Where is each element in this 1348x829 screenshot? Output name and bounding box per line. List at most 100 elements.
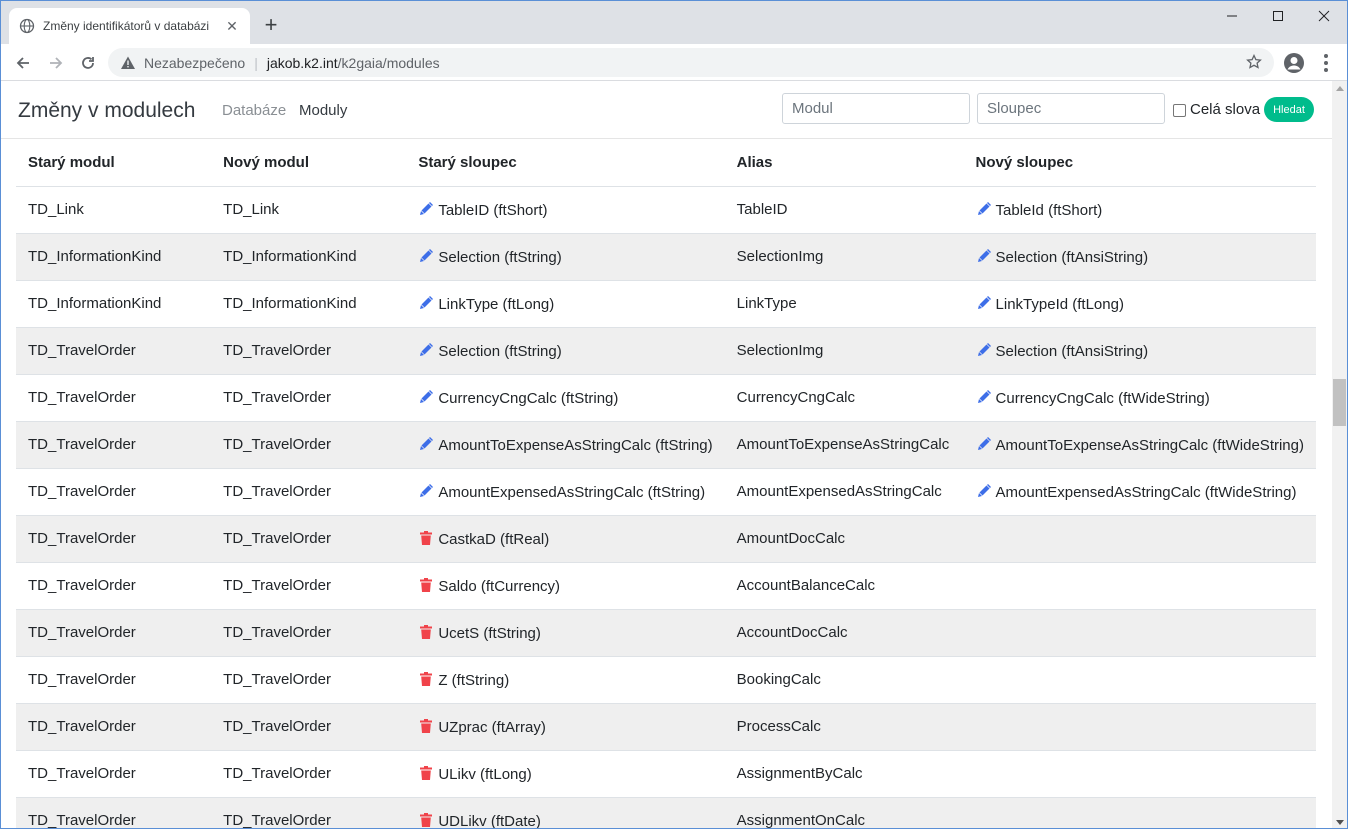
edit-icon	[976, 483, 992, 499]
table-row: TD_InformationKind TD_InformationKind Sele…	[16, 232, 1316, 280]
table-row: TD_Link TD_Link TableID (ftShort) TableID Ta…	[16, 185, 1316, 233]
edit-icon	[418, 201, 434, 217]
browser-toolbar: Nezabezpečeno | jakob.k2.int/k2gaia/modu…	[1, 44, 1347, 81]
module-search-input[interactable]: Modul	[782, 93, 970, 124]
old-column-text: Saldo (ftCurrency)	[438, 577, 561, 595]
whole-words-label[interactable]: Celá slova	[1190, 101, 1260, 118]
scroll-down-arrow[interactable]	[1336, 820, 1344, 825]
old-column-text: ULikv (ftLong)	[438, 765, 532, 783]
cell-old-column: UcetS (ftString)	[406, 608, 725, 656]
trash-icon	[418, 718, 434, 734]
nav-link-databaze[interactable]: Databáze	[222, 102, 286, 119]
cell-old-column: AmountExpensedAsStringCalc (ftString)	[406, 467, 725, 515]
cell-alias: SelectionImg	[724, 232, 964, 280]
edit-icon	[976, 436, 992, 452]
cell-new-column	[963, 702, 1316, 750]
cell-alias: AssignmentByCalc	[724, 749, 964, 797]
back-button[interactable]	[9, 50, 37, 76]
cell-old-module: TD_TravelOrder	[16, 514, 212, 562]
cell-old-column: ULikv (ftLong)	[406, 749, 725, 797]
old-column-text: UDLikv (ftDate)	[438, 812, 541, 829]
bookmark-star-icon[interactable]	[1246, 53, 1262, 73]
cell-old-module: TD_InformationKind	[16, 232, 212, 280]
cell-old-module: TD_TravelOrder	[16, 702, 212, 750]
whole-words-checkbox[interactable]	[1173, 104, 1186, 117]
tab-title: Změny identifikátorů v databázi	[43, 19, 210, 33]
new-column-text: Selection (ftAnsiString)	[995, 248, 1149, 266]
edit-icon	[418, 248, 434, 264]
new-tab-button[interactable]: +	[259, 12, 283, 37]
cell-new-column: CurrencyCngCalc (ftWideString)	[963, 373, 1316, 421]
cell-new-column: TableId (ftShort)	[963, 185, 1316, 233]
vertical-scrollbar[interactable]	[1332, 81, 1347, 828]
cell-old-module: TD_TravelOrder	[16, 326, 212, 374]
table-header-row: Starý modul Nový modul Starý sloupec Ali…	[16, 139, 1316, 186]
nav-link-moduly[interactable]: Moduly	[299, 102, 347, 119]
table-row: TD_TravelOrder TD_TravelOrder Saldo (ftCur…	[16, 561, 1316, 609]
globe-icon	[19, 18, 35, 34]
table-row: TD_TravelOrder TD_TravelOrder UDLikv (ftDa…	[16, 796, 1316, 829]
browser-menu-icon[interactable]	[1314, 52, 1338, 74]
browser-tab[interactable]: Změny identifikátorů v databázi ✕	[9, 8, 250, 44]
cell-old-column: Z (ftString)	[406, 655, 725, 703]
trash-icon	[418, 671, 434, 687]
trash-icon	[418, 624, 434, 640]
new-column-text: LinkTypeId (ftLong)	[995, 295, 1124, 313]
table-row: TD_TravelOrder TD_TravelOrder AmountToExpe…	[16, 420, 1316, 468]
header-new-column: Nový sloupec	[975, 153, 1074, 171]
cell-new-module: TD_TravelOrder	[211, 608, 407, 656]
old-column-text: CastkaD (ftReal)	[438, 530, 550, 548]
cell-new-column: AmountExpensedAsStringCalc (ftWideString…	[963, 467, 1316, 515]
new-column-text: AmountToExpenseAsStringCalc (ftWideStrin…	[995, 436, 1304, 454]
cell-new-column	[963, 655, 1316, 703]
cell-old-module: TD_TravelOrder	[16, 420, 212, 468]
cell-alias: SelectionImg	[724, 326, 964, 374]
trash-icon	[418, 577, 434, 593]
cell-new-module: TD_TravelOrder	[211, 326, 407, 374]
minimize-button[interactable]	[1209, 1, 1255, 31]
cell-old-column: AmountToExpenseAsStringCalc (ftString)	[406, 420, 725, 468]
tab-strip: Změny identifikátorů v databázi ✕ +	[1, 1, 1347, 44]
cell-new-module: TD_TravelOrder	[211, 749, 407, 797]
maximize-icon	[1273, 11, 1283, 21]
old-column-text: Selection (ftString)	[438, 342, 562, 360]
reload-icon	[82, 57, 94, 69]
table-row: TD_InformationKind TD_InformationKind Link…	[16, 279, 1316, 327]
profile-icon[interactable]	[1282, 51, 1306, 75]
old-column-text: AmountToExpenseAsStringCalc (ftString)	[438, 436, 713, 454]
cell-old-module: TD_InformationKind	[16, 279, 212, 327]
scrollbar-thumb[interactable]	[1333, 379, 1346, 426]
close-window-button[interactable]	[1301, 1, 1347, 31]
trash-icon	[418, 812, 434, 828]
cell-new-column	[963, 796, 1316, 828]
cell-alias: AmountDocCalc	[724, 514, 964, 562]
old-column-text: AmountExpensedAsStringCalc (ftString)	[438, 483, 706, 501]
header-alias: Alias	[736, 153, 773, 171]
cell-alias: LinkType	[724, 279, 964, 327]
app-navbar: Změny v modulech Databáze Moduly Modul S…	[1, 81, 1332, 139]
old-column-text: TableID (ftShort)	[438, 201, 548, 219]
scroll-up-arrow[interactable]	[1336, 86, 1344, 91]
close-tab-icon[interactable]: ✕	[224, 18, 240, 34]
edit-icon	[976, 295, 992, 311]
cell-new-column	[963, 608, 1316, 656]
edit-icon	[976, 389, 992, 405]
column-search-input[interactable]: Sloupec	[977, 93, 1165, 124]
reload-button[interactable]	[74, 50, 102, 76]
edit-icon	[976, 248, 992, 264]
cell-new-module: TD_InformationKind	[211, 279, 407, 327]
warning-icon[interactable]	[120, 55, 136, 71]
search-button[interactable]: Hledat	[1264, 97, 1314, 122]
maximize-button[interactable]	[1255, 1, 1301, 31]
table-row: TD_TravelOrder TD_TravelOrder UZprac (ftAr…	[16, 702, 1316, 750]
forward-button[interactable]	[42, 50, 70, 76]
old-column-text: CurrencyCngCalc (ftString)	[438, 389, 619, 407]
cell-new-column: Selection (ftAnsiString)	[963, 232, 1316, 280]
page-title[interactable]: Změny v modulech	[18, 99, 195, 123]
address-bar[interactable]: Nezabezpečeno | jakob.k2.int/k2gaia/modu…	[108, 48, 1274, 77]
cell-old-column: CastkaD (ftReal)	[406, 514, 725, 562]
cell-alias: AmountExpensedAsStringCalc	[724, 467, 964, 515]
cell-old-column: Saldo (ftCurrency)	[406, 561, 725, 609]
cell-new-module: TD_TravelOrder	[211, 514, 407, 562]
edit-icon	[418, 342, 434, 358]
